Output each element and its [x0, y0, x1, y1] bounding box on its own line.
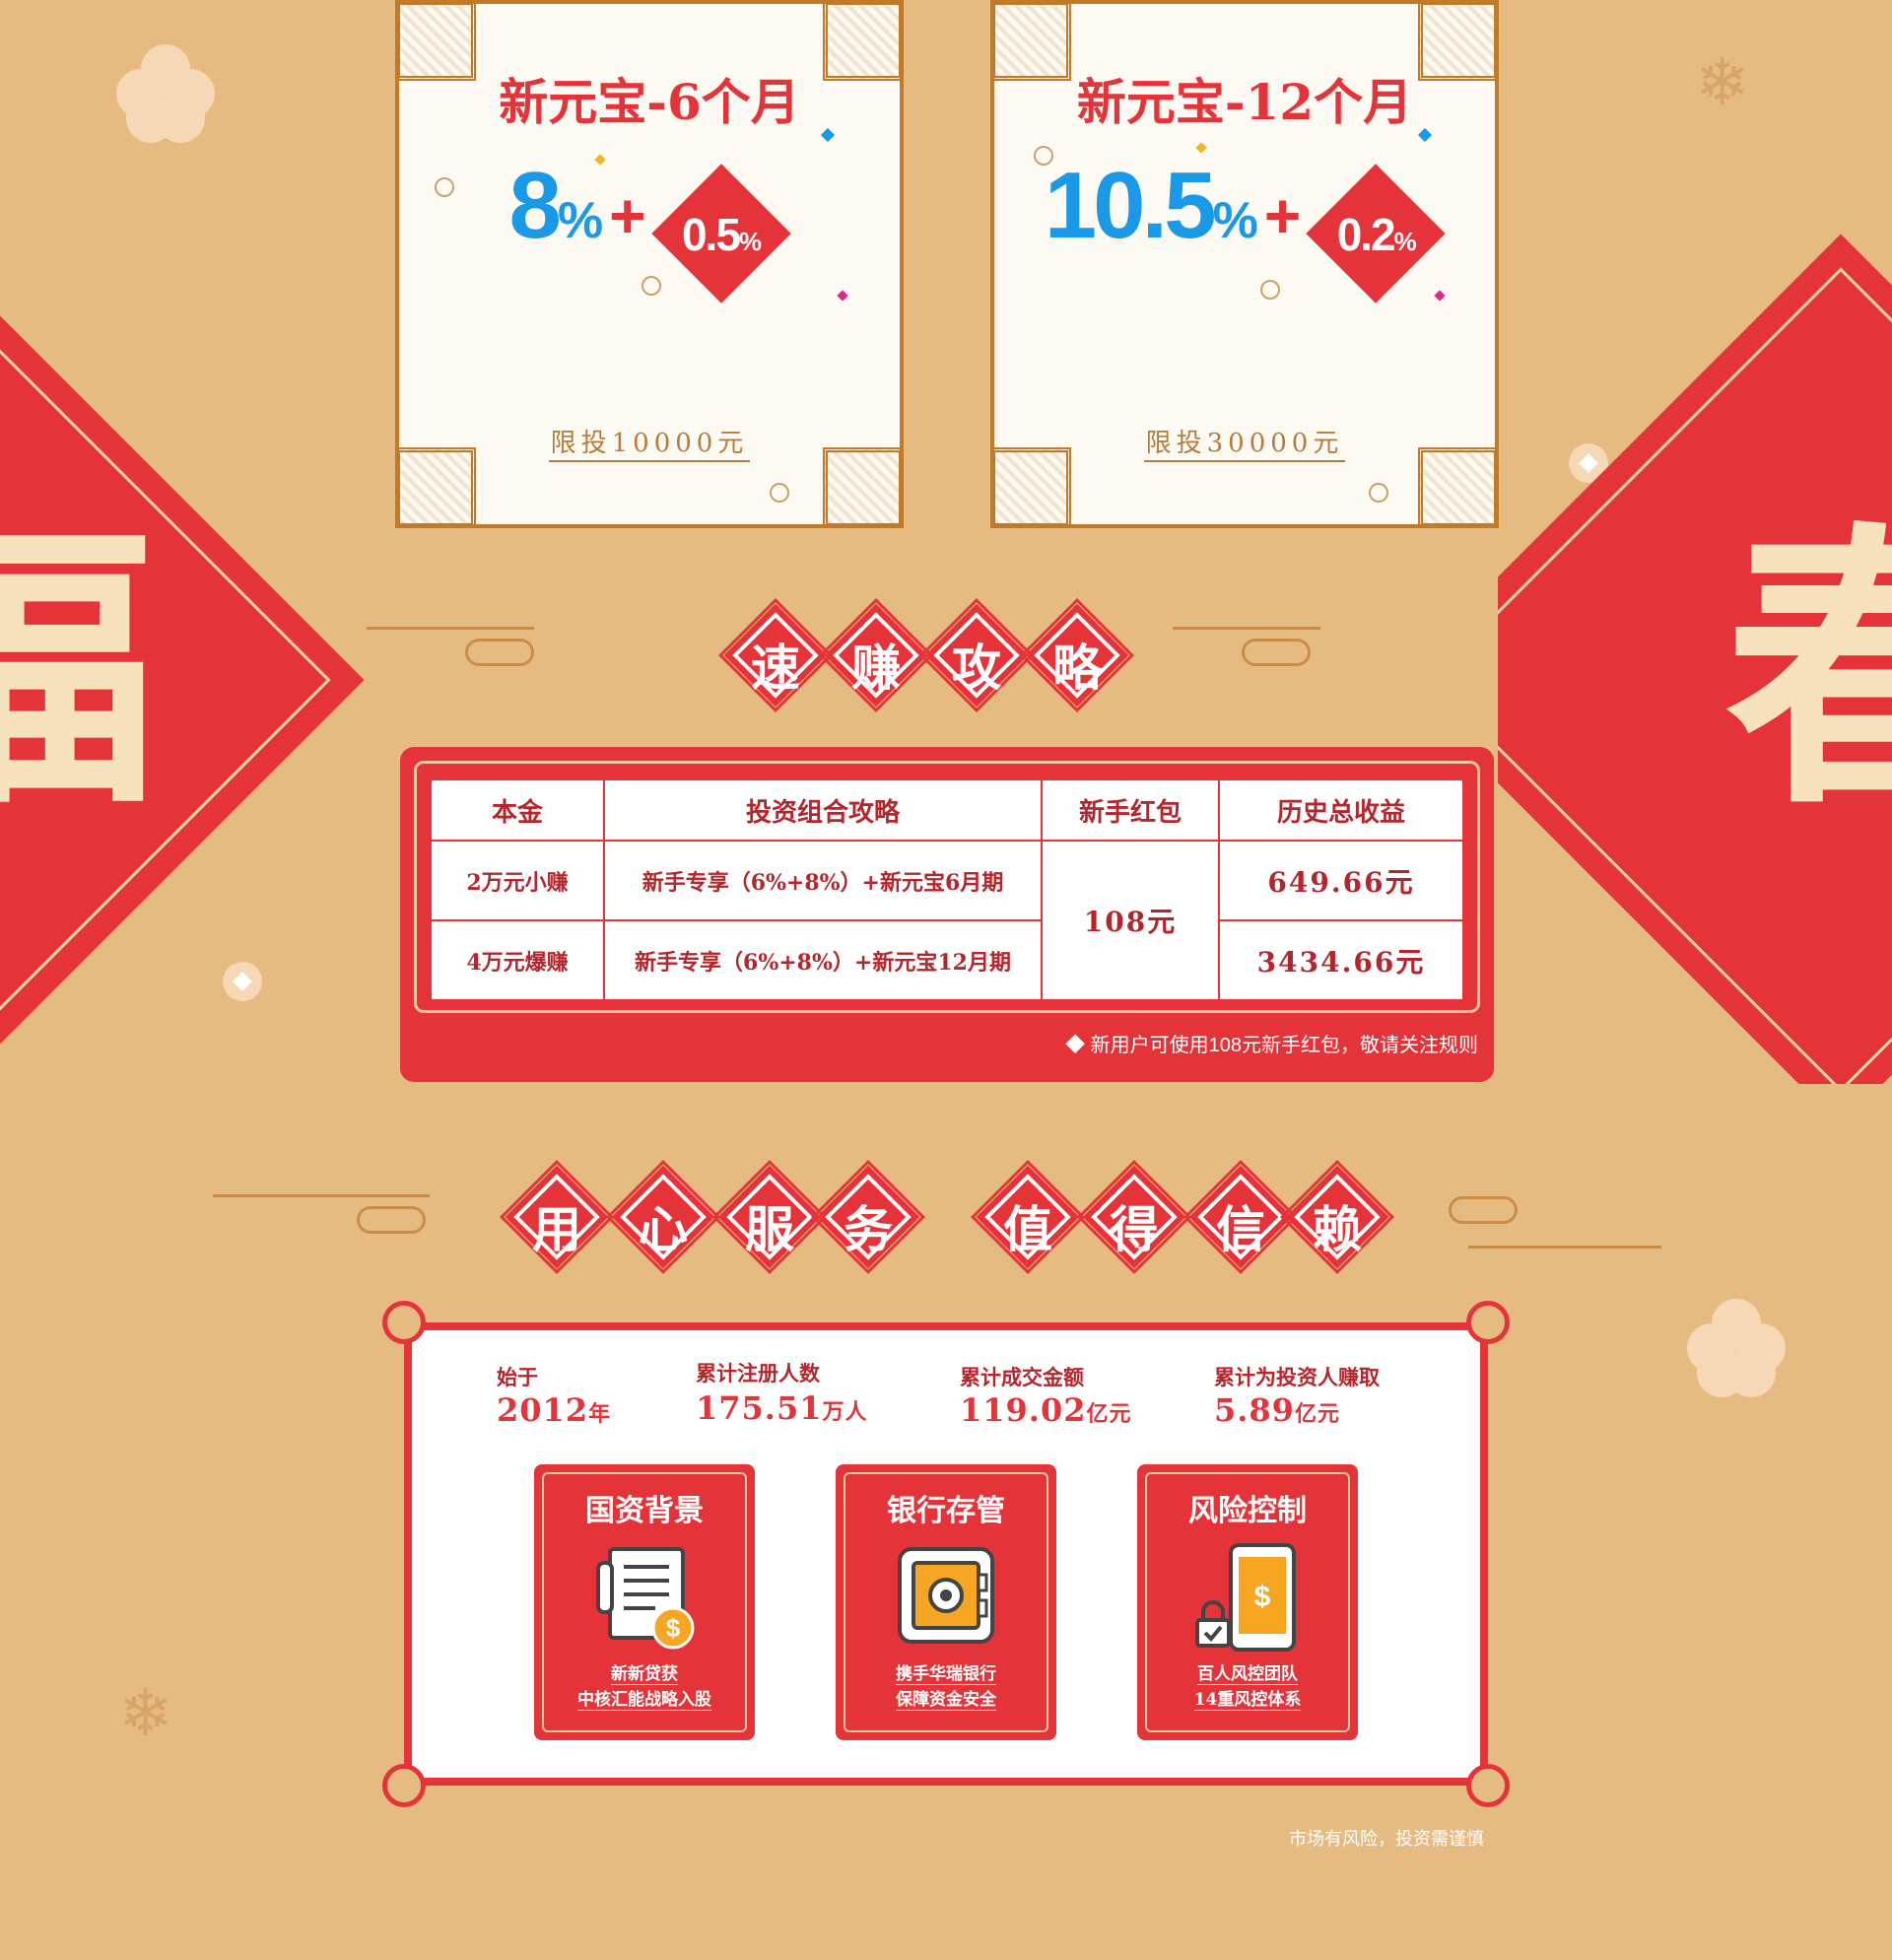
coin-decoration: [642, 276, 661, 296]
combo-cell: 新手专享（6%+8%）+新元宝12月期: [603, 919, 1043, 1001]
earnings-cell: 649.66元: [1218, 840, 1464, 921]
bonus-rate: 0.2: [1336, 208, 1396, 260]
column-header: 投资组合攻略: [603, 778, 1043, 842]
rate-unit: %: [1212, 192, 1258, 249]
stat-label: 累计成交金额: [960, 1365, 1084, 1389]
heading-char: 服: [745, 1200, 794, 1258]
card-corner: [1418, 447, 1499, 528]
svg-text:$: $: [1254, 1581, 1271, 1613]
stat-value: 2012年: [497, 1391, 612, 1429]
heading-char: 攻: [952, 639, 1001, 697]
strategy-panel: 本金 投资组合攻略 新手红包 历史总收益 2万元小赚 新手专享（6%+8%）+新…: [400, 747, 1494, 1082]
product-title: 新元宝-6个月: [499, 73, 800, 131]
svg-text:$: $: [666, 1613, 681, 1643]
heading-char: 略: [1052, 639, 1102, 697]
feature-title: 银行存管: [887, 1494, 1005, 1528]
table-row: 2万元小赚 新手专享（6%+8%）+新元宝6月期 108元 649.66元: [430, 840, 1464, 1001]
heading-char: 得: [1110, 1200, 1159, 1258]
snowflake-icon: ❄: [118, 1675, 173, 1751]
invest-limit-link[interactable]: 限投30000元: [1143, 429, 1346, 462]
risk-disclaimer: 市场有风险，投资需谨慎: [1289, 1829, 1484, 1849]
stat-value: 5.89亿元: [1214, 1391, 1340, 1429]
feature-description: 携手华瑞银行 保障资金安全: [896, 1664, 996, 1711]
heading-char: 信: [1216, 1200, 1265, 1258]
coin-decoration: [1034, 146, 1053, 166]
rate-unit: %: [557, 192, 604, 249]
feature-title: 国资背景: [585, 1494, 704, 1528]
card-corner: [823, 447, 904, 528]
heading-char: 用: [532, 1200, 581, 1258]
card-corner: [395, 447, 476, 528]
bonus-unit: %: [1393, 226, 1417, 256]
bonus-rate-badge: 0.2%: [1306, 163, 1446, 304]
red-packet-note: ◆ 新用户可使用108元新手红包，敬请关注规则: [1065, 1035, 1478, 1056]
strategy-table: 本金 投资组合攻略 新手红包 历史总收益 2万元小赚 新手专享（6%+8%）+新…: [430, 778, 1464, 1001]
bonus-rate: 0.5: [681, 208, 741, 260]
plus-sign: +: [1263, 180, 1302, 251]
red-packet-cell: 108元: [1041, 840, 1220, 1001]
feature-title: 风险控制: [1188, 1494, 1307, 1528]
invest-limit-link[interactable]: 限投10000元: [548, 429, 751, 462]
table-header-row: 本金 投资组合攻略 新手红包 历史总收益: [430, 778, 1464, 842]
product-card-6-month[interactable]: 新元宝-6个月 8%+ 0.5% 限投10000元: [395, 0, 904, 528]
product-title: 新元宝-12个月: [1076, 73, 1413, 131]
feature-card-risk-control[interactable]: 风险控制 $ 百人风控团队 14重风控体系: [1137, 1464, 1358, 1740]
column-header: 新手红包: [1041, 778, 1220, 842]
table-row: 4万元爆赚 新手专享（6%+8%）+新元宝12月期 3434.66元: [430, 919, 1464, 1001]
column-header: 历史总收益: [1218, 778, 1464, 842]
left-fu-banner: 福: [0, 0, 394, 1084]
combo-cell: 新手专享（6%+8%）+新元宝6月期: [603, 840, 1043, 921]
feature-description: 新新贷获 中核汇能战略入股: [577, 1664, 711, 1711]
stat-label: 累计为投资人赚取: [1214, 1365, 1380, 1389]
coin-decoration: [770, 483, 789, 503]
coin-decoration: [1369, 483, 1388, 503]
base-rate: 10.5: [1044, 153, 1217, 258]
stat-value: 119.02亿元: [960, 1391, 1132, 1429]
principal-cell: 2万元小赚: [430, 840, 605, 921]
safe-icon: [898, 1547, 994, 1644]
card-corner: [990, 447, 1071, 528]
banner-right-char: 春: [1724, 496, 1892, 844]
plus-sign: +: [609, 180, 646, 251]
column-header: 本金: [430, 778, 605, 842]
stat-label: 始于: [497, 1365, 538, 1389]
bonus-rate-badge: 0.5%: [650, 163, 791, 304]
plum-flower-decoration: [1687, 1299, 1786, 1397]
principal-cell: 4万元爆赚: [430, 919, 605, 1001]
coin-decoration: [1260, 280, 1280, 300]
feature-card-bank-custody[interactable]: 银行存管 携手华瑞银行 保障资金安全: [836, 1464, 1056, 1740]
coin-decoration: [435, 177, 454, 197]
right-chun-banner: 春: [1498, 0, 1892, 1084]
earnings-cell: 3434.66元: [1218, 919, 1464, 1001]
document-coin-icon: $: [596, 1547, 695, 1650]
bonus-unit: %: [738, 226, 762, 256]
heading-char: 速: [751, 639, 800, 697]
phone-lock-icon: $: [1195, 1543, 1296, 1652]
banner-left-char: 福: [0, 496, 158, 844]
heading-char: 赚: [851, 639, 901, 697]
rate-display: 10.5%+ 0.2%: [994, 152, 1495, 304]
stat-label: 累计注册人数: [696, 1361, 820, 1386]
product-card-12-month[interactable]: 新元宝-12个月 10.5%+ 0.2% 限投30000元: [990, 0, 1499, 528]
heading-char: 务: [844, 1200, 893, 1258]
heading-char: 赖: [1313, 1200, 1362, 1258]
heading-char: 值: [1003, 1200, 1052, 1258]
heading-char: 心: [639, 1200, 688, 1258]
stat-value: 175.51万人: [696, 1389, 868, 1427]
feature-card-state-background[interactable]: 国资背景 $ 新新贷获 中核汇能战略入股: [534, 1464, 755, 1740]
base-rate: 8: [508, 153, 561, 258]
feature-description: 百人风控团队 14重风控体系: [1193, 1664, 1302, 1711]
